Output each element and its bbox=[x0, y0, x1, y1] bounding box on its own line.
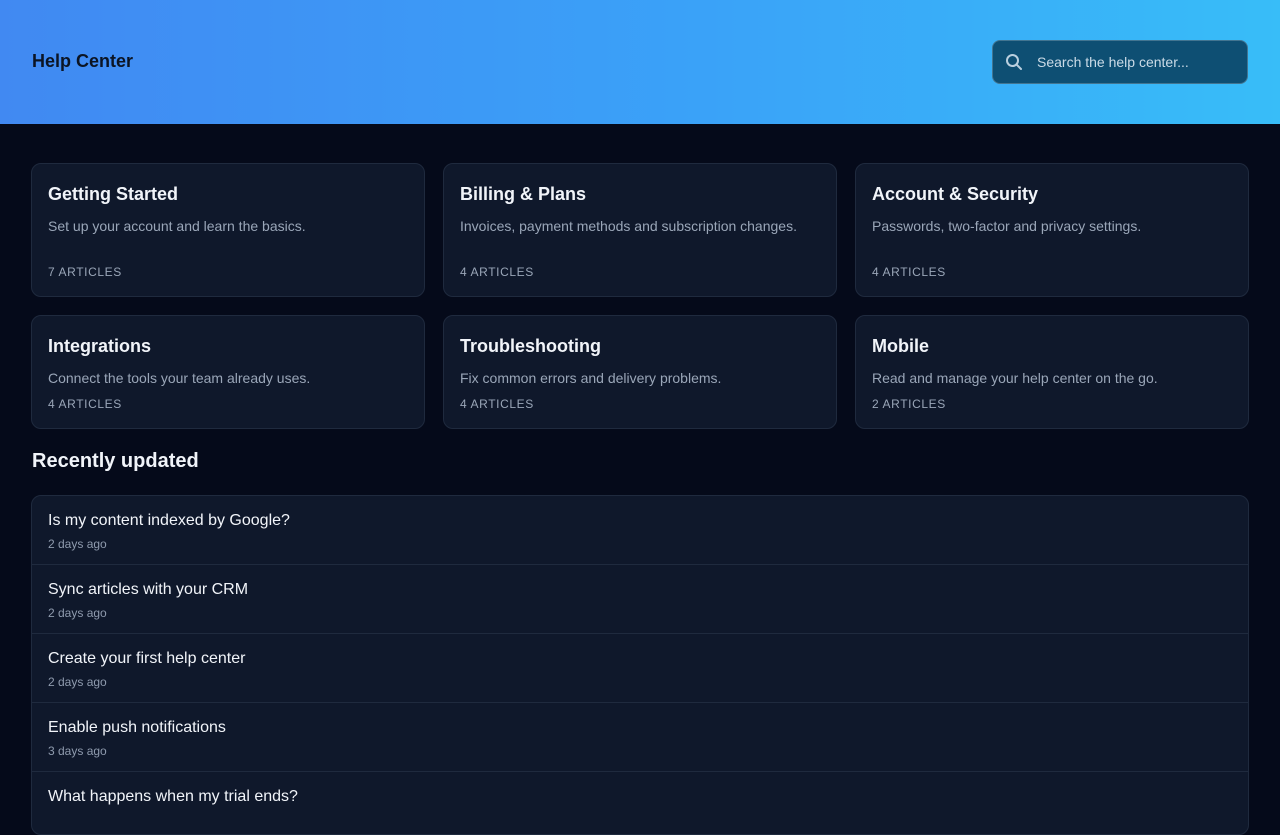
article-title: What happens when my trial ends? bbox=[48, 788, 298, 805]
category-article-count: 4 ARTICLES bbox=[48, 397, 122, 411]
category-description: Set up your account and learn the basics… bbox=[48, 218, 306, 234]
article-title: Is my content indexed by Google? bbox=[48, 512, 290, 529]
article-updated-time: 2 days ago bbox=[48, 537, 107, 551]
recently-updated-heading: Recently updated bbox=[32, 450, 199, 472]
search-icon bbox=[1006, 54, 1022, 70]
header-banner: Help Center bbox=[0, 0, 1280, 124]
category-description: Invoices, payment methods and subscripti… bbox=[460, 218, 797, 234]
list-item[interactable]: Is my content indexed by Google? 2 days … bbox=[32, 496, 1248, 565]
category-article-count: 4 ARTICLES bbox=[460, 265, 534, 279]
category-title: Getting Started bbox=[48, 184, 179, 204]
category-card-troubleshooting[interactable]: Troubleshooting Fix common errors and de… bbox=[443, 315, 837, 429]
category-description: Read and manage your help center on the … bbox=[872, 370, 1158, 386]
category-title: Account & Security bbox=[872, 184, 1039, 204]
category-card-getting-started[interactable]: Getting Started Set up your account and … bbox=[31, 163, 425, 297]
category-title: Billing & Plans bbox=[460, 184, 587, 204]
category-title: Mobile bbox=[872, 336, 929, 356]
category-description: Fix common errors and delivery problems. bbox=[460, 370, 722, 386]
list-item[interactable]: What happens when my trial ends? bbox=[32, 772, 1248, 834]
article-updated-time: 2 days ago bbox=[48, 606, 107, 620]
list-item[interactable]: Enable push notifications 3 days ago bbox=[32, 703, 1248, 772]
category-article-count: 7 ARTICLES bbox=[48, 265, 122, 279]
recent-articles-list: Is my content indexed by Google? 2 days … bbox=[31, 495, 1249, 835]
category-card-billing[interactable]: Billing & Plans Invoices, payment method… bbox=[443, 163, 837, 297]
site-title[interactable]: Help Center bbox=[32, 51, 133, 72]
category-article-count: 4 ARTICLES bbox=[460, 397, 534, 411]
category-title: Integrations bbox=[48, 336, 152, 356]
category-article-count: 2 ARTICLES bbox=[872, 397, 946, 411]
search-box[interactable] bbox=[992, 40, 1248, 84]
category-description: Connect the tools your team already uses… bbox=[48, 370, 311, 386]
list-item[interactable]: Sync articles with your CRM 2 days ago bbox=[32, 565, 1248, 634]
category-card-integrations[interactable]: Integrations Connect the tools your team… bbox=[31, 315, 425, 429]
search-input[interactable] bbox=[1037, 51, 1237, 73]
article-updated-time: 3 days ago bbox=[48, 744, 107, 758]
category-description: Passwords, two-factor and privacy settin… bbox=[872, 218, 1142, 234]
category-card-account-security[interactable]: Account & Security Passwords, two-factor… bbox=[855, 163, 1249, 297]
article-title: Enable push notifications bbox=[48, 719, 226, 736]
list-item[interactable]: Create your first help center 2 days ago bbox=[32, 634, 1248, 703]
category-card-mobile[interactable]: Mobile Read and manage your help center … bbox=[855, 315, 1249, 429]
article-title: Sync articles with your CRM bbox=[48, 581, 249, 598]
category-article-count: 4 ARTICLES bbox=[872, 265, 946, 279]
article-title: Create your first help center bbox=[48, 650, 246, 667]
article-updated-time: 2 days ago bbox=[48, 675, 107, 689]
category-title: Troubleshooting bbox=[460, 336, 601, 356]
